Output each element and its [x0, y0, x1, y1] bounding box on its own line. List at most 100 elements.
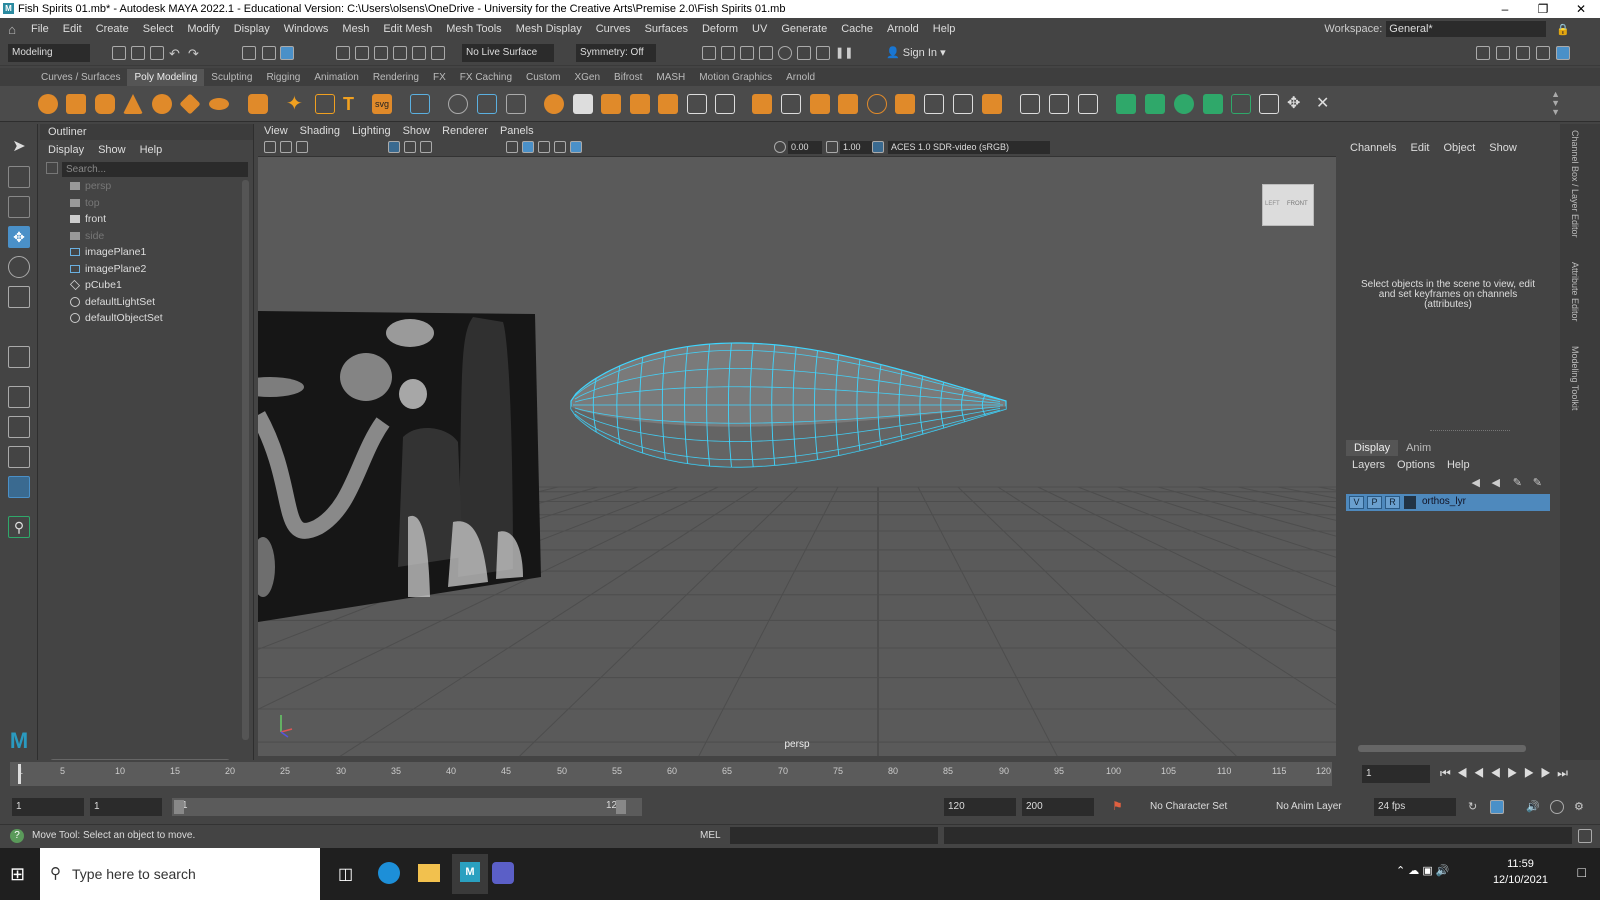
reduce-icon[interactable]	[658, 94, 678, 114]
extract-icon[interactable]	[601, 94, 621, 114]
shelf-tab-sculpting[interactable]: Sculpting	[204, 69, 259, 86]
layer-visibility-toggle[interactable]: V	[1349, 496, 1364, 509]
tab-anim[interactable]: Anim	[1398, 440, 1439, 456]
snap-point-icon[interactable]	[374, 46, 388, 60]
scene-view[interactable]	[258, 157, 1336, 756]
task-view-icon[interactable]: ◫	[338, 864, 353, 884]
circularize-icon[interactable]	[924, 94, 944, 114]
uv-checker-icon[interactable]	[1259, 94, 1279, 114]
poly-cube-icon[interactable]	[66, 94, 86, 114]
layer-reference-toggle[interactable]: R	[1385, 496, 1400, 509]
spherical-uv-icon[interactable]	[1174, 94, 1194, 114]
pcube1-mesh[interactable]	[570, 342, 1007, 468]
playback-end-field[interactable]: 120	[944, 798, 1016, 816]
poly-plane-icon[interactable]	[179, 93, 201, 115]
viewport-menu-renderer[interactable]: Renderer	[436, 124, 494, 139]
menu-edit-mesh[interactable]: Edit Mesh	[376, 23, 439, 35]
wedge-icon[interactable]	[867, 94, 887, 114]
poly-sphere-icon[interactable]	[38, 94, 58, 114]
merge-icon[interactable]	[982, 94, 1002, 114]
menu-deform[interactable]: Deform	[695, 23, 745, 35]
live-surface-field[interactable]: No Live Surface	[462, 44, 554, 62]
fill-hole-icon[interactable]	[630, 94, 650, 114]
cut-uv-icon[interactable]: ✕	[1316, 94, 1336, 114]
layer-editor-icon[interactable]	[1556, 46, 1570, 60]
open-scene-icon[interactable]	[131, 46, 145, 60]
remesh-icon[interactable]	[687, 94, 707, 114]
resolution-gate-icon[interactable]	[420, 141, 432, 153]
notifications-icon[interactable]: □	[1578, 864, 1586, 880]
planar-uv-icon[interactable]	[1116, 94, 1136, 114]
script-editor-icon[interactable]	[1578, 829, 1592, 843]
menu-mesh-tools[interactable]: Mesh Tools	[439, 23, 508, 35]
step-back-key-icon[interactable]: ◀	[1457, 766, 1474, 780]
insert-edge-loop-icon[interactable]	[1049, 94, 1069, 114]
new-scene-icon[interactable]	[112, 46, 126, 60]
time-slider-track[interactable]: 1 5 10 15 20 25 30 35 40 45 50 55 60 65 …	[10, 762, 1332, 786]
viewcube-left-face[interactable]: LEFT	[1265, 201, 1280, 207]
wireframe-icon[interactable]	[506, 141, 518, 153]
menu-create[interactable]: Create	[89, 23, 136, 35]
sign-in-button[interactable]: 👤 Sign In ▾	[886, 44, 978, 62]
layer-color-swatch[interactable]	[1404, 496, 1416, 509]
current-time-marker[interactable]	[18, 764, 21, 784]
symmetry-dropdown[interactable]: Symmetry: Off	[576, 44, 656, 62]
step-back-frame-icon[interactable]: ◀	[1474, 766, 1491, 780]
automatic-uv-icon[interactable]	[1203, 94, 1223, 114]
save-scene-icon[interactable]	[150, 46, 164, 60]
bridge-icon[interactable]	[781, 94, 801, 114]
time-slider[interactable]: 1 5 10 15 20 25 30 35 40 45 50 55 60 65 …	[10, 760, 1340, 788]
colorspace-dropdown[interactable]: ACES 1.0 SDR-video (sRGB)	[888, 141, 1050, 154]
extrude-icon[interactable]	[752, 94, 772, 114]
shelf-tab-rendering[interactable]: Rendering	[366, 69, 426, 86]
cache-playback-icon[interactable]	[1490, 800, 1504, 814]
separate-icon[interactable]	[477, 94, 497, 114]
play-backwards-icon[interactable]: ◀	[1490, 766, 1507, 780]
menu-cache[interactable]: Cache	[834, 23, 880, 35]
cylindrical-uv-icon[interactable]	[1145, 94, 1165, 114]
maximize-button[interactable]: ❐	[1524, 0, 1562, 18]
channel-menu-channels[interactable]: Channels	[1350, 142, 1396, 154]
playback-speed-icon[interactable]	[1550, 800, 1564, 814]
shelf-scroll-icon[interactable]: ▲ ▼ ▼	[1551, 90, 1560, 117]
snap-pivot-icon[interactable]	[431, 46, 445, 60]
menu-modify[interactable]: Modify	[180, 23, 226, 35]
gamma-field[interactable]: 1.00	[840, 141, 874, 154]
loop-icon[interactable]: ↻	[1468, 800, 1482, 814]
shelf-tab-fx-caching[interactable]: FX Caching	[453, 69, 519, 86]
viewport-panel[interactable]: View Shading Lighting Show Renderer Pane…	[258, 124, 1336, 756]
super-shape-icon[interactable]: ✦	[286, 94, 306, 114]
channel-menu-show[interactable]: Show	[1489, 142, 1517, 154]
move-tool-icon[interactable]: ✥	[8, 226, 30, 248]
arnold-ipr-icon[interactable]	[816, 46, 830, 60]
animation-start-field[interactable]: 1	[12, 798, 84, 816]
outliner-menu-display[interactable]: Display	[48, 144, 84, 156]
menu-help[interactable]: Help	[926, 23, 963, 35]
layer-menu-options[interactable]: Options	[1397, 459, 1435, 471]
retopologize-icon[interactable]	[715, 94, 735, 114]
exposure-icon[interactable]	[774, 141, 786, 153]
menu-select[interactable]: Select	[136, 23, 181, 35]
windows-start-icon[interactable]: ⊞	[10, 864, 25, 885]
layer-horizontal-scrollbar[interactable]	[1358, 745, 1526, 752]
menu-uv[interactable]: UV	[745, 23, 774, 35]
outliner-item-imageplane2[interactable]: imagePlane2	[40, 261, 240, 278]
select-camera-icon[interactable]	[264, 141, 276, 153]
viewcube-front-face[interactable]: FRONT	[1287, 201, 1308, 207]
gamma-icon[interactable]	[826, 141, 838, 153]
tool-settings-icon[interactable]	[1516, 46, 1530, 60]
workspace-dropdown[interactable]: General*	[1386, 21, 1547, 37]
menu-edit[interactable]: Edit	[56, 23, 89, 35]
playback-start-field[interactable]: 1	[90, 798, 162, 816]
render-frame-icon[interactable]	[721, 46, 735, 60]
image-plane[interactable]	[258, 311, 541, 622]
color-management-icon[interactable]	[872, 141, 884, 153]
go-to-end-icon[interactable]: ⏭	[1557, 766, 1574, 780]
filter-icon[interactable]	[46, 162, 58, 174]
sound-icon[interactable]: 🔊	[1526, 800, 1540, 814]
tab-display[interactable]: Display	[1346, 440, 1399, 456]
outliner-search-input[interactable]: Search...	[62, 162, 248, 177]
command-input[interactable]	[730, 827, 938, 844]
step-forward-key-icon[interactable]: ▶	[1540, 766, 1557, 780]
outliner-menu-show[interactable]: Show	[98, 144, 126, 156]
